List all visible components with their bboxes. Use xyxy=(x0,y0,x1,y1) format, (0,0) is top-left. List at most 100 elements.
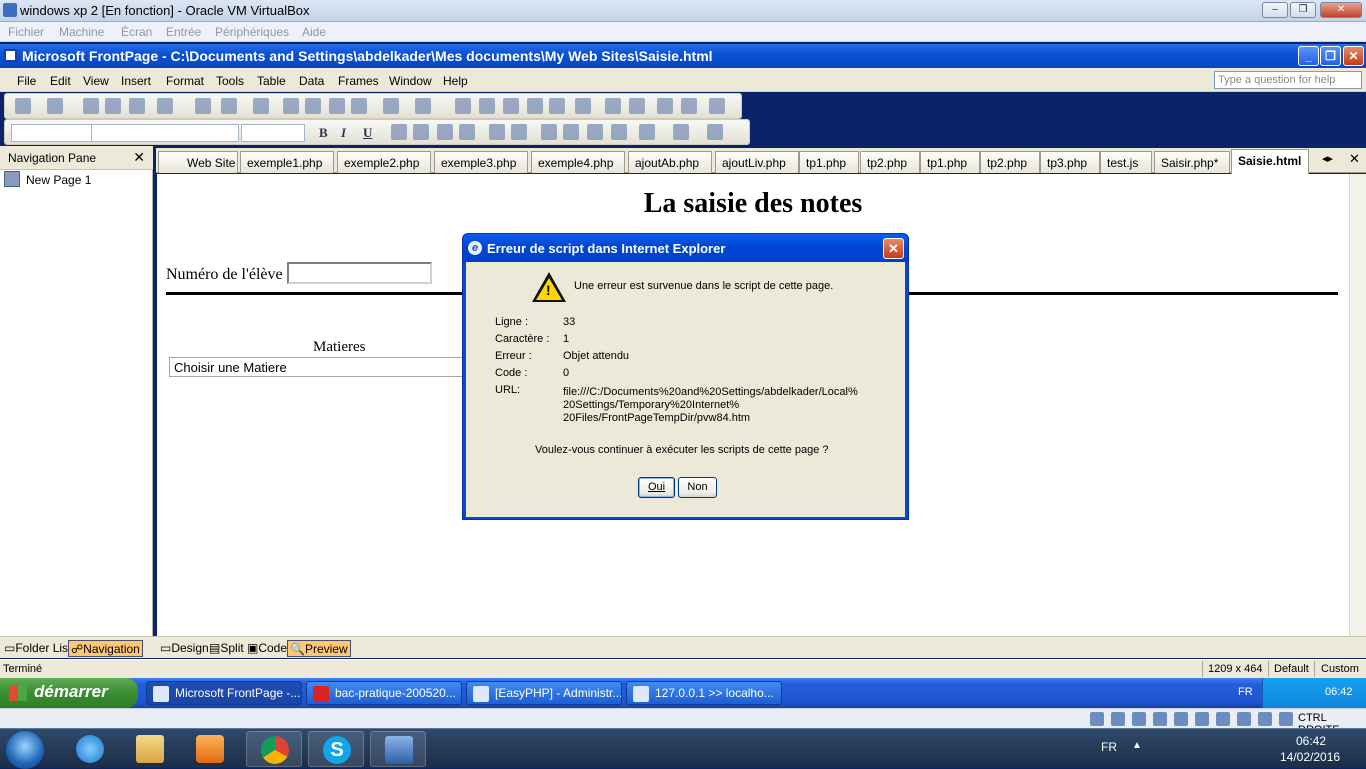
vbox-menu-fichier[interactable]: Fichier xyxy=(8,25,44,39)
vbox-menu-aide[interactable]: Aide xyxy=(302,25,326,39)
cut-icon[interactable] xyxy=(283,98,299,114)
save-icon[interactable] xyxy=(83,98,99,114)
vbox-menu-ecran[interactable]: Écran xyxy=(121,25,152,39)
shared-folders-icon[interactable] xyxy=(1195,712,1209,726)
code-button[interactable]: ▣Code xyxy=(245,640,289,657)
search-icon[interactable] xyxy=(105,98,121,114)
navigation-button[interactable]: ☍Navigation xyxy=(68,640,143,657)
vbox-maximize-button[interactable]: ❐ xyxy=(1290,2,1316,18)
italic-icon[interactable]: I xyxy=(341,125,346,141)
undo-icon[interactable] xyxy=(383,98,399,114)
toggle-pane-icon[interactable] xyxy=(157,98,173,114)
display-icon[interactable] xyxy=(1216,712,1230,726)
style-select[interactable] xyxy=(11,124,93,142)
numbering-icon[interactable] xyxy=(541,124,557,140)
tab-tp2[interactable]: tp2.php xyxy=(860,151,920,173)
vbox-close-button[interactable]: ✕ xyxy=(1320,2,1362,18)
menu-help[interactable]: Help xyxy=(443,74,468,88)
tab-tp2-b[interactable]: tp2.php xyxy=(980,151,1040,173)
vbox-minimize-button[interactable]: – xyxy=(1262,2,1288,18)
borders-icon[interactable] xyxy=(639,124,655,140)
tab-tp3[interactable]: tp3.php xyxy=(1040,151,1100,173)
vbox-menu-peripheriques[interactable]: Périphériques xyxy=(215,25,289,39)
dialog-close-button[interactable]: ✕ xyxy=(883,238,904,259)
fp-minimize-button[interactable]: _ xyxy=(1298,46,1319,66)
taskbar-item-frontpage[interactable]: Microsoft FrontPage -... xyxy=(146,681,302,705)
menu-file[interactable]: File xyxy=(17,74,36,88)
bookmark-anchor-icon[interactable] xyxy=(681,98,697,114)
preview-button[interactable]: 🔍Preview xyxy=(287,640,351,657)
tab-tp1[interactable]: tp1.php xyxy=(799,151,859,173)
tab-tp1-b[interactable]: tp1.php xyxy=(920,151,980,173)
font-size-select[interactable] xyxy=(241,124,305,142)
network-icon[interactable] xyxy=(1153,712,1167,726)
pinned-media-player[interactable] xyxy=(182,731,238,767)
highlight-icon[interactable] xyxy=(673,124,689,140)
status-page-size[interactable]: 1209 x 464 xyxy=(1208,663,1262,675)
align-left-icon[interactable] xyxy=(391,124,407,140)
font-select[interactable] xyxy=(91,124,239,142)
optical-drive-icon[interactable] xyxy=(1111,712,1125,726)
tab-saisir[interactable]: Saisir.php* xyxy=(1154,151,1230,173)
bold-icon[interactable]: B xyxy=(319,125,328,141)
tab-saisie-html[interactable]: Saisie.html xyxy=(1231,149,1309,174)
pinned-explorer[interactable] xyxy=(122,731,178,767)
tab-test-js[interactable]: test.js xyxy=(1100,151,1152,173)
preview-in-browser-icon[interactable] xyxy=(221,98,237,114)
tab-exemple1[interactable]: exemple1.php xyxy=(240,151,334,173)
audio-icon[interactable] xyxy=(1132,712,1146,726)
tab-exemple4[interactable]: exemple4.php xyxy=(531,151,625,173)
align-right-icon[interactable] xyxy=(437,124,453,140)
tab-ajoutab[interactable]: ajoutAb.php xyxy=(628,151,712,173)
new-page-icon[interactable] xyxy=(15,98,31,114)
xp-language-indicator[interactable]: FR xyxy=(1238,686,1253,698)
insert-table-icon[interactable] xyxy=(479,98,495,114)
help-icon[interactable] xyxy=(709,98,725,114)
tab-exemple3[interactable]: exemple3.php xyxy=(434,151,528,173)
status-custom[interactable]: Custom xyxy=(1321,663,1359,675)
fp-close-button[interactable]: ✕ xyxy=(1343,46,1364,66)
stop-icon[interactable] xyxy=(629,98,645,114)
insert-layer-icon[interactable] xyxy=(503,98,519,114)
bullets-icon[interactable] xyxy=(563,124,579,140)
tab-scroll-arrows-icon[interactable]: ◂▸ xyxy=(1322,152,1333,165)
hyperlink-icon[interactable] xyxy=(575,98,591,114)
pinned-ie[interactable] xyxy=(62,731,118,767)
spelling-icon[interactable] xyxy=(253,98,269,114)
open-icon[interactable] xyxy=(47,98,63,114)
paste-icon[interactable] xyxy=(329,98,345,114)
menu-view[interactable]: View xyxy=(83,74,109,88)
tab-ajoutliv[interactable]: ajoutLiv.php xyxy=(715,151,799,173)
pinned-virtualbox[interactable] xyxy=(370,731,426,767)
insert-picture-icon[interactable] xyxy=(527,98,543,114)
align-center-icon[interactable] xyxy=(413,124,429,140)
format-painter-icon[interactable] xyxy=(351,98,367,114)
host-language-indicator[interactable]: FR xyxy=(1101,740,1117,754)
vbox-menu-machine[interactable]: Machine xyxy=(59,25,104,39)
status-default[interactable]: Default xyxy=(1274,663,1309,675)
menu-insert[interactable]: Insert xyxy=(121,74,151,88)
menu-edit[interactable]: Edit xyxy=(50,74,71,88)
video-capture-icon[interactable] xyxy=(1237,712,1251,726)
publish-icon[interactable] xyxy=(129,98,145,114)
split-button[interactable]: ▤Split xyxy=(207,640,246,657)
font-color-icon[interactable] xyxy=(707,124,723,140)
vbox-menu-entree[interactable]: Entrée xyxy=(166,25,201,39)
copy-icon[interactable] xyxy=(305,98,321,114)
pinned-skype[interactable]: S xyxy=(308,731,364,767)
tab-web-site[interactable]: Web Site xyxy=(158,151,238,173)
redo-icon[interactable] xyxy=(415,98,431,114)
taskbar-item-easyphp[interactable]: [EasyPHP] - Administr... xyxy=(466,681,622,705)
decrease-indent-icon[interactable] xyxy=(587,124,603,140)
show-hidden-icons-icon[interactable]: ▲ xyxy=(1132,740,1142,751)
close-tab-icon[interactable]: ✕ xyxy=(1349,151,1360,167)
show-all-icon[interactable] xyxy=(657,98,673,114)
underline-icon[interactable]: U xyxy=(363,125,372,141)
help-question-input[interactable]: Type a question for help xyxy=(1214,71,1362,89)
vertical-scrollbar[interactable] xyxy=(1349,174,1366,636)
taskbar-item-pdf[interactable]: bac-pratique-200520... xyxy=(306,681,462,705)
menu-data[interactable]: Data xyxy=(299,74,324,88)
yes-button[interactable]: Oui xyxy=(638,477,675,498)
tab-exemple2[interactable]: exemple2.php xyxy=(337,151,431,173)
host-clock-date[interactable]: 14/02/2016 xyxy=(1280,750,1340,764)
